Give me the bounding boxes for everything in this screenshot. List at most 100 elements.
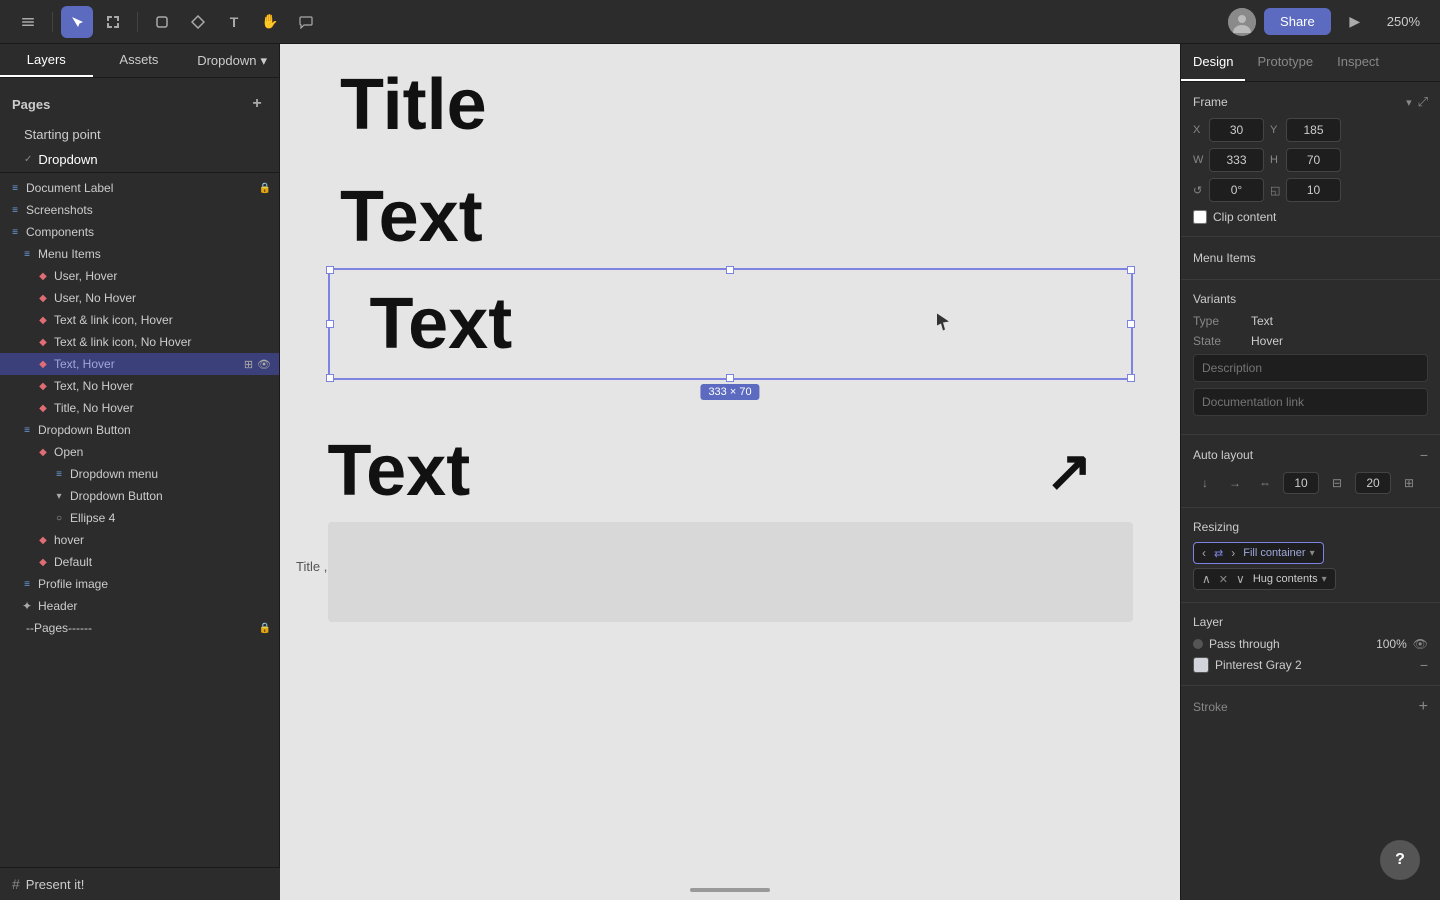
text-tool-button[interactable]: T (218, 6, 250, 38)
stroke-add-button[interactable]: + (1419, 698, 1428, 716)
layer-screenshots[interactable]: ≡ Screenshots (0, 199, 279, 221)
layer-dropdown-button-sub[interactable]: ▾ Dropdown Button (0, 485, 279, 507)
canvas-title-row: Title (340, 64, 487, 146)
layer-text-link-hover[interactable]: ◆ Text & link icon, Hover (0, 309, 279, 331)
y-input[interactable] (1286, 118, 1341, 142)
layer-dropdown-menu[interactable]: ≡ Dropdown menu (0, 463, 279, 485)
tab-prototype[interactable]: Prototype (1245, 44, 1325, 81)
frame-icon: ≡ (20, 577, 34, 591)
layer-hover[interactable]: ◆ hover (0, 529, 279, 551)
tab-assets[interactable]: Assets (93, 44, 186, 77)
text-in-frame: Text (370, 283, 513, 365)
frame-tool-button[interactable] (97, 6, 129, 38)
comment-tool-button[interactable] (290, 6, 322, 38)
spacing-button[interactable]: ⇔ (1253, 471, 1277, 495)
move-tool-button[interactable] (61, 6, 93, 38)
canvas-area[interactable]: Title , Hover Title Text (280, 44, 1180, 900)
h-input[interactable] (1286, 148, 1341, 172)
tab-inspect[interactable]: Inspect (1325, 44, 1391, 81)
layer-dropdown-button-group[interactable]: ≡ Dropdown Button (0, 419, 279, 441)
layer-ellipse-4[interactable]: ○ Ellipse 4 (0, 507, 279, 529)
title-text: Title (340, 65, 487, 145)
layer-title-no-hover[interactable]: ◆ Title, No Hover (0, 397, 279, 419)
layer-text-no-hover[interactable]: ◆ Text, No Hover (0, 375, 279, 397)
resize-handle-ml[interactable] (326, 320, 334, 328)
tab-dropdown[interactable]: Dropdown ▾ (185, 44, 279, 77)
doc-link-input[interactable] (1193, 388, 1428, 416)
tab-design[interactable]: Design (1181, 44, 1245, 81)
component-action-icon[interactable]: ⊞ (244, 358, 253, 371)
expand-icon[interactable]: ⤢ (1418, 94, 1428, 110)
w-input[interactable] (1209, 148, 1264, 172)
share-button[interactable]: Share (1264, 8, 1331, 35)
layer-name: Dropdown menu (70, 467, 271, 481)
layer-document-label[interactable]: ≡ Document Label 🔒 (0, 177, 279, 199)
resize-handle-tm[interactable] (726, 266, 734, 274)
page-item-dropdown[interactable]: ✓ Dropdown (0, 147, 279, 172)
layer-header[interactable]: ✦ Header (0, 595, 279, 617)
resize-handle-mr[interactable] (1127, 320, 1135, 328)
layer-profile-image[interactable]: ≡ Profile image (0, 573, 279, 595)
resize-handle-tr[interactable] (1127, 266, 1135, 274)
layer-text-link-no-hover[interactable]: ◆ Text & link icon, No Hover (0, 331, 279, 353)
resize-handle-bl[interactable] (326, 374, 334, 382)
help-button[interactable]: ? (1380, 840, 1420, 880)
layer-user-no-hover[interactable]: ◆ User, No Hover (0, 287, 279, 309)
layer-name: Default (54, 555, 271, 569)
padding-icon: ⊟ (1325, 471, 1349, 495)
page-item-starting-point[interactable]: Starting point (0, 122, 279, 147)
shape-tool-button[interactable] (146, 6, 178, 38)
padding-input[interactable] (1355, 472, 1391, 494)
component-icon: ◆ (36, 269, 50, 283)
resize-handle-bm[interactable] (726, 374, 734, 382)
description-input[interactable] (1193, 354, 1428, 382)
eye-action-icon[interactable]: 👁 (257, 358, 271, 371)
hug-contents-button[interactable]: ∧ ✕ ∨ Hug contents ▾ (1193, 568, 1336, 590)
arrow-icon: ↗ (1046, 438, 1093, 504)
layer-components[interactable]: ≡ Components (0, 221, 279, 243)
layer-name: Components (26, 225, 271, 239)
layer-user-hover[interactable]: ◆ User, Hover (0, 265, 279, 287)
tab-layers[interactable]: Layers (0, 44, 93, 77)
selected-frame[interactable]: Text 333 × 70 (328, 268, 1133, 380)
fill-container-button[interactable]: ‹ ⇄ › Fill container ▾ (1193, 542, 1324, 564)
layer-text-hover[interactable]: ◆ Text, Hover ⊞ 👁 (0, 353, 279, 375)
align-content-button[interactable]: ⊞ (1397, 471, 1421, 495)
frame-icon: ≡ (8, 181, 22, 195)
canvas-scrollbar[interactable] (690, 888, 770, 892)
add-page-button[interactable]: + (247, 94, 267, 114)
x-label: X (1193, 124, 1205, 136)
align-right-button[interactable]: → (1223, 471, 1247, 495)
zoom-indicator[interactable]: 250% (1379, 10, 1428, 33)
resize-handle-tl[interactable] (326, 266, 334, 274)
gap-input[interactable] (1283, 472, 1319, 494)
hug-contents-label: Hug contents (1253, 573, 1318, 585)
visibility-toggle[interactable]: 👁 (1413, 637, 1428, 651)
toolbar: T ✋ Share ▶ 250% (0, 0, 1440, 44)
hug-up-icon: ∧ (1202, 572, 1211, 586)
align-down-button[interactable]: ↓ (1193, 471, 1217, 495)
resizing-title: Resizing (1193, 520, 1428, 534)
menu-icon-button[interactable] (12, 6, 44, 38)
clip-content-checkbox[interactable] (1193, 210, 1207, 224)
w-label: W (1193, 154, 1205, 166)
corner-label: ◱ (1270, 184, 1282, 197)
auto-layout-minus-button[interactable]: − (1420, 447, 1428, 463)
layer-default[interactable]: ◆ Default (0, 551, 279, 573)
layer-open[interactable]: ◆ Open (0, 441, 279, 463)
x-input[interactable] (1209, 118, 1264, 142)
play-button[interactable]: ▶ (1339, 6, 1371, 38)
state-label: State (1193, 334, 1243, 348)
hand-tool-button[interactable]: ✋ (254, 6, 286, 38)
layer-menu-items[interactable]: ≡ Menu Items (0, 243, 279, 265)
stroke-title: Stroke (1193, 700, 1228, 714)
corner-input[interactable] (1286, 178, 1341, 202)
layer-pages-divider[interactable]: --Pages------ 🔒 (0, 617, 279, 639)
present-bar[interactable]: # Present it! (0, 867, 280, 900)
resize-handle-br[interactable] (1127, 374, 1135, 382)
canvas-text-row-1: Text (340, 176, 483, 258)
layer-name: Text, Hover (54, 357, 240, 371)
color-minus-button[interactable]: − (1420, 657, 1428, 673)
rotation-input[interactable] (1209, 178, 1264, 202)
pen-tool-button[interactable] (182, 6, 214, 38)
